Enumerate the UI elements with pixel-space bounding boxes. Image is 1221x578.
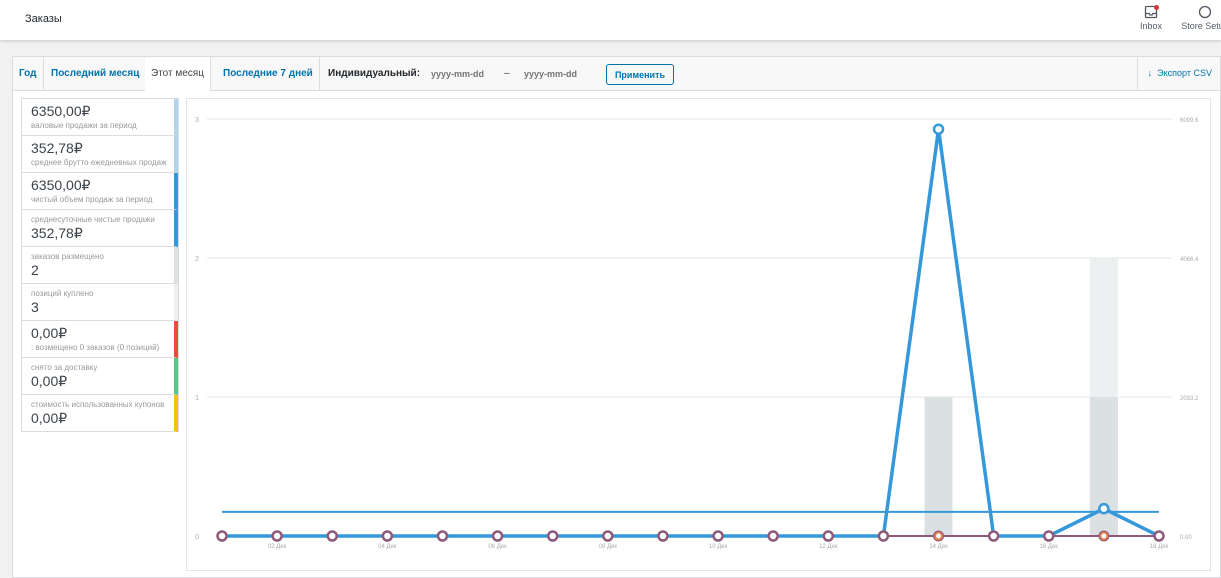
tab-year[interactable]: Год bbox=[13, 57, 44, 90]
y-left-tick-label: 3 bbox=[195, 117, 199, 124]
legend-amount: 352,78₽ bbox=[31, 225, 83, 241]
data-point bbox=[1099, 531, 1109, 541]
legend-item[interactable]: позиций куплено 3 bbox=[22, 284, 178, 321]
x-tick-label: 16 Дек bbox=[1040, 544, 1059, 550]
chart-svg: 0 1 2 3 0.00 2033.2 4066.4 6099.6 02 Дек 04 Дек 06… bbox=[195, 117, 1199, 550]
data-point bbox=[1153, 530, 1165, 542]
legend-amount: 0,00₽ bbox=[31, 325, 68, 341]
data-point bbox=[381, 530, 394, 542]
data-point bbox=[271, 530, 283, 542]
bar bbox=[924, 397, 953, 536]
data-point bbox=[216, 530, 228, 542]
date-separator: – bbox=[504, 68, 510, 79]
notification-dot bbox=[1154, 5, 1159, 10]
legend-amount: 0,00₽ bbox=[31, 373, 68, 389]
page-title: Заказы bbox=[25, 13, 62, 25]
data-point bbox=[436, 530, 449, 542]
y-left-tick-label: 2 bbox=[195, 256, 199, 263]
legend-item[interactable]: 0,00₽ : возмещено 0 заказов (0 позиций) bbox=[22, 321, 178, 358]
legend-description: заказов размещено bbox=[31, 252, 104, 261]
legend-amount: 2 bbox=[31, 262, 39, 278]
tab-this-month[interactable]: Этот месяц bbox=[145, 57, 211, 91]
y-left-tick-label: 0 bbox=[195, 534, 199, 541]
date-from-input[interactable] bbox=[431, 67, 501, 81]
legend-item[interactable]: 6350,00₽ валовые продажи за период bbox=[22, 99, 178, 136]
data-point bbox=[657, 530, 669, 542]
data-point bbox=[491, 530, 504, 542]
date-to-input[interactable] bbox=[524, 67, 594, 81]
legend-amount: 6350,00₽ bbox=[31, 103, 91, 119]
inbox-label: Inbox bbox=[1139, 21, 1163, 31]
x-tick-label: 18 Дек bbox=[1150, 544, 1169, 550]
legend-description: чистый объем продаж за период bbox=[31, 195, 153, 204]
chart-legend: 6350,00₽ валовые продажи за период 352,78₽… bbox=[21, 98, 179, 432]
legend-description: снято за доставку bbox=[31, 363, 98, 372]
legend-amount: 3 bbox=[31, 299, 39, 315]
legend-description: среднесуточные чистые продажи bbox=[31, 215, 155, 224]
legend-item[interactable]: 6350,00₽ чистый объем продаж за период bbox=[22, 173, 178, 210]
x-tick-label: 12 Дек bbox=[819, 544, 838, 550]
store-setup-label: Store Setup bbox=[1181, 21, 1221, 31]
download-icon: ↓ bbox=[1147, 68, 1153, 78]
data-point bbox=[326, 530, 338, 542]
legend-description: позиций куплено bbox=[31, 289, 94, 298]
data-point bbox=[932, 123, 945, 135]
legend-item[interactable]: среднесуточные чистые продажи 352,78₽ bbox=[22, 210, 178, 247]
tab-last-7-days[interactable]: Последние 7 дней bbox=[217, 57, 320, 90]
legend-amount: 6350,00₽ bbox=[31, 177, 91, 193]
y-right-tick-label: 6099.6 bbox=[1180, 118, 1199, 124]
range-tabs: Год Последний месяц Этот месяц Последние… bbox=[13, 57, 1220, 91]
x-tick-label: 10 Дек bbox=[709, 544, 728, 550]
x-tick-label: 08 Дек bbox=[599, 544, 618, 550]
data-point bbox=[712, 530, 724, 542]
data-point bbox=[1043, 530, 1055, 542]
legend-description: среднее брутто ежедневных продаж bbox=[31, 158, 167, 167]
tab-last-month[interactable]: Последний месяц bbox=[45, 57, 147, 90]
legend-description: валовые продажи за период bbox=[31, 121, 137, 130]
legend-item[interactable]: заказов размещено 2 bbox=[22, 247, 178, 284]
legend-item[interactable]: снято за доставку 0,00₽ bbox=[22, 358, 178, 395]
legend-description: стоимость использованных купонов bbox=[31, 400, 165, 409]
legend-amount: 0,00₽ bbox=[31, 410, 68, 426]
legend-item[interactable]: 352,78₽ среднее брутто ежедневных продаж bbox=[22, 136, 178, 173]
x-tick-label: 14 Дек bbox=[929, 544, 948, 550]
export-csv-label: Экспорт CSV bbox=[1157, 68, 1212, 78]
x-tick-label: 04 Дек bbox=[378, 544, 397, 550]
apply-button[interactable]: Применить bbox=[606, 64, 674, 85]
progress-circle-icon bbox=[1198, 5, 1212, 19]
legend-amount: 352,78₽ bbox=[31, 140, 83, 156]
store-setup-button[interactable]: Store Setup bbox=[1180, 5, 1221, 31]
series-line bbox=[222, 128, 1160, 538]
x-tick-label: 02 Дек bbox=[268, 544, 287, 550]
data-point bbox=[987, 530, 1000, 542]
y-left-tick-label: 1 bbox=[195, 395, 199, 402]
x-tick-label: 06 Дек bbox=[488, 544, 507, 550]
data-point bbox=[546, 530, 559, 542]
legend-item[interactable]: стоимость использованных купонов 0,00₽ bbox=[22, 395, 178, 432]
data-point bbox=[602, 530, 614, 542]
y-right-tick-label: 0.00 bbox=[1180, 535, 1192, 541]
data-point bbox=[1098, 502, 1110, 515]
y-right-tick-label: 4066.4 bbox=[1180, 257, 1199, 263]
report-panel: Год Последний месяц Этот месяц Последние… bbox=[12, 56, 1221, 578]
custom-range-label: Индивидуальный: bbox=[328, 68, 421, 79]
inbox-button[interactable]: Inbox bbox=[1137, 5, 1165, 31]
data-point bbox=[877, 530, 890, 542]
data-point bbox=[934, 531, 944, 541]
data-point bbox=[767, 530, 779, 542]
y-right-tick-label: 2033.2 bbox=[1180, 396, 1199, 402]
data-point bbox=[822, 530, 835, 542]
top-bar: Заказы Inbox Store Setup bbox=[0, 0, 1221, 40]
sales-chart: 0 1 2 3 0.00 2033.2 4066.4 6099.6 02 Дек 04 Дек 06… bbox=[186, 98, 1211, 571]
legend-description: : возмещено 0 заказов (0 позиций) bbox=[31, 343, 160, 352]
export-csv-button[interactable]: ↓ Экспорт CSV bbox=[1136, 57, 1220, 90]
